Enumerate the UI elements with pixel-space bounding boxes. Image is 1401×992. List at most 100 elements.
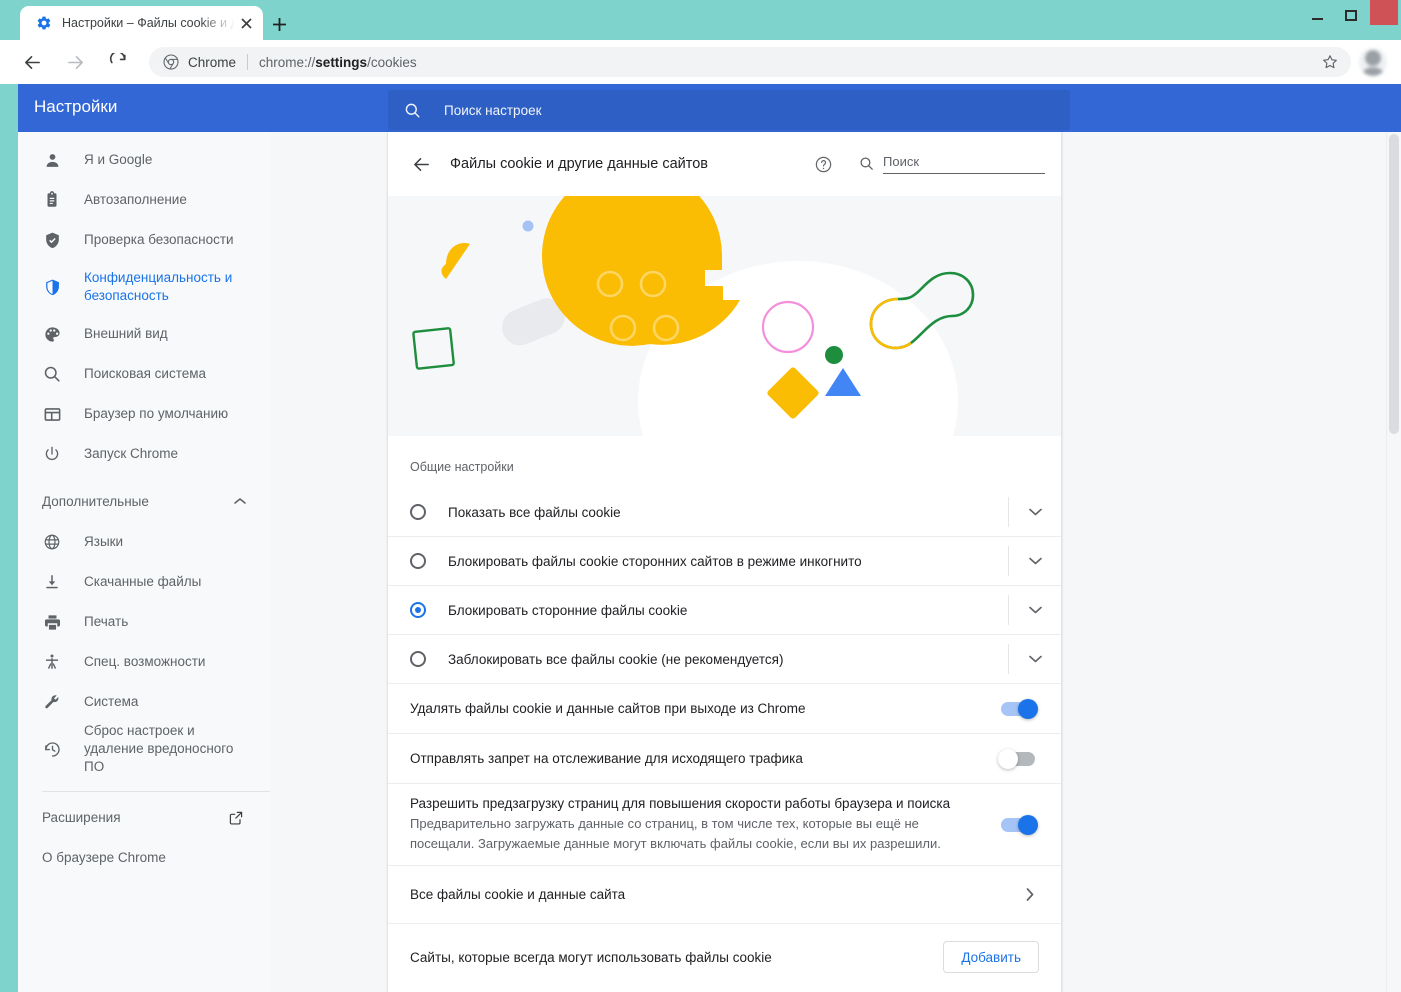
- back-icon[interactable]: [15, 45, 49, 79]
- sidebar-item-label: Браузер по умолчанию: [84, 405, 229, 421]
- search-icon: [42, 364, 62, 384]
- new-tab-button[interactable]: [268, 13, 290, 35]
- settings-top-bar: Настройки Поиск настроек: [18, 84, 1401, 132]
- sidebar-item-printing[interactable]: Печать: [18, 602, 260, 642]
- sidebar: Я и Google Автозаполнение Проверка безоп…: [18, 132, 270, 992]
- radio-label: Блокировать файлы cookie сторонних сайто…: [448, 553, 862, 569]
- radio-option-show-all-cookies[interactable]: Показать все файлы cookie: [388, 488, 1061, 537]
- settings-gear-icon: [37, 16, 51, 30]
- sidebar-divider: [42, 790, 270, 792]
- link-row-all-cookies-and-site-data[interactable]: Все файлы cookie и данные сайта: [388, 866, 1061, 924]
- toggle-switch-on[interactable]: [1001, 698, 1038, 719]
- browser-tab[interactable]: Настройки – Файлы cookie и др: [20, 6, 263, 40]
- sidebar-item-about-chrome[interactable]: О браузере Chrome: [18, 838, 270, 878]
- person-icon: [42, 150, 62, 170]
- address-bar[interactable]: Chrome chrome://settings/cookies: [149, 47, 1351, 77]
- chevron-up-icon: [234, 497, 246, 505]
- maximize-button[interactable]: [1334, 0, 1368, 30]
- chevron-down-icon[interactable]: [1009, 586, 1061, 634]
- sidebar-item-languages[interactable]: Языки: [18, 522, 260, 562]
- forward-icon[interactable]: [58, 45, 92, 79]
- radio-indicator[interactable]: [410, 651, 426, 667]
- toggle-row-preload-pages[interactable]: Разрешить предзагрузку страниц для повыш…: [388, 784, 1061, 866]
- radio-indicator-selected[interactable]: [410, 602, 426, 618]
- shield-check-icon: [42, 230, 62, 250]
- sidebar-item-reset-and-cleanup[interactable]: Сброс настроек и удаление вредоносного П…: [18, 722, 260, 777]
- radio-option-block-all-cookies[interactable]: Заблокировать все файлы cookie (не реком…: [388, 635, 1061, 684]
- close-window-button[interactable]: [1370, 0, 1398, 25]
- sidebar-group-advanced[interactable]: Дополнительные: [18, 480, 270, 522]
- globe-icon: [42, 532, 62, 552]
- sidebar-item-search-engine[interactable]: Поисковая система: [18, 354, 260, 394]
- search-icon: [860, 157, 873, 170]
- url-bold: settings: [315, 54, 368, 70]
- radio-indicator[interactable]: [410, 504, 426, 520]
- sidebar-item-label: Конфиденциальность и безопасность: [84, 269, 233, 303]
- omnibox-url: chrome://settings/cookies: [259, 55, 417, 70]
- sidebar-item-label: Проверка безопасности: [84, 231, 234, 247]
- sidebar-item-label: Спец. возможности: [84, 653, 206, 669]
- chrome-icon: [163, 54, 179, 70]
- content-header: Файлы cookie и другие данные сайтов Поис…: [388, 132, 1061, 196]
- bookmark-star-icon[interactable]: [1319, 51, 1341, 73]
- window-controls: [1300, 0, 1401, 30]
- toggle-switch-off[interactable]: [998, 748, 1035, 769]
- browser-window: Настройки – Файлы cookie и др Chrome chr…: [0, 0, 1401, 992]
- scrollbar-thumb[interactable]: [1389, 134, 1399, 434]
- content-search-input[interactable]: Поиск: [883, 154, 1045, 174]
- accessibility-icon: [42, 652, 62, 672]
- radio-option-block-third-party-incognito[interactable]: Блокировать файлы cookie сторонних сайто…: [388, 537, 1061, 586]
- sidebar-item-default-browser[interactable]: Браузер по умолчанию: [18, 394, 260, 434]
- sidebar-group-label: Дополнительные: [42, 493, 149, 509]
- toggle-title: Разрешить предзагрузку страниц для повыш…: [410, 796, 951, 811]
- sidebar-item-downloads[interactable]: Скачанные файлы: [18, 562, 260, 602]
- wrench-icon: [42, 692, 62, 712]
- sidebar-item-autofill[interactable]: Автозаполнение: [18, 180, 260, 220]
- toggle-text: Разрешить предзагрузку страниц для повыш…: [410, 796, 1001, 853]
- chevron-down-icon[interactable]: [1009, 488, 1061, 536]
- add-button[interactable]: Добавить: [943, 941, 1039, 973]
- page-title: Настройки: [34, 97, 118, 116]
- sidebar-item-label: Внешний вид: [84, 325, 168, 341]
- toggle-row-do-not-track[interactable]: Отправлять запрет на отслеживание для ис…: [388, 734, 1061, 784]
- url-suffix: /cookies: [367, 54, 417, 70]
- sidebar-item-safety-check[interactable]: Проверка безопасности: [18, 220, 260, 260]
- radio-indicator[interactable]: [410, 553, 426, 569]
- reload-icon[interactable]: [101, 45, 135, 79]
- chevron-down-icon[interactable]: [1009, 635, 1061, 683]
- avatar[interactable]: [1359, 48, 1387, 76]
- sidebar-item-system[interactable]: Система: [18, 682, 260, 722]
- chevron-down-icon[interactable]: [1009, 537, 1061, 585]
- close-icon[interactable]: [237, 14, 255, 32]
- sidebar-item-accessibility[interactable]: Спец. возможности: [18, 642, 260, 682]
- sidebar-item-privacy-and-security[interactable]: Конфиденциальность и безопасность: [18, 260, 260, 314]
- radio-option-block-third-party[interactable]: Блокировать сторонние файлы cookie: [388, 586, 1061, 635]
- page-scrollbar[interactable]: [1386, 132, 1401, 992]
- tab-title: Настройки – Файлы cookie и др: [62, 16, 235, 30]
- sidebar-item-label: Автозаполнение: [84, 191, 187, 207]
- sidebar-item-label: Запуск Chrome: [84, 445, 178, 461]
- sidebar-item-you-and-google[interactable]: Я и Google: [18, 140, 260, 180]
- back-arrow-icon[interactable]: [406, 149, 436, 179]
- radio-label: Блокировать сторонние файлы cookie: [448, 602, 688, 618]
- toggle-switch-on[interactable]: [1001, 814, 1038, 835]
- help-circle-icon[interactable]: [811, 152, 835, 176]
- omnibox-chip-label: Chrome: [188, 54, 237, 70]
- clipboard-icon: [42, 190, 62, 210]
- sidebar-item-extensions[interactable]: Расширения: [18, 798, 270, 838]
- content-card: Файлы cookie и другие данные сайтов Поис…: [388, 132, 1061, 992]
- tab-strip: Настройки – Файлы cookie и др: [0, 0, 1401, 40]
- search-settings-input[interactable]: Поиск настроек: [388, 90, 1070, 130]
- toggle-row-clear-cookies-on-exit[interactable]: Удалять файлы cookie и данные сайтов при…: [388, 684, 1061, 734]
- sidebar-item-label: Сброс настроек и удаление вредоносного П…: [84, 723, 234, 775]
- minimize-button[interactable]: [1300, 0, 1334, 30]
- toggle-text: Отправлять запрет на отслеживание для ис…: [410, 751, 1001, 766]
- sidebar-item-appearance[interactable]: Внешний вид: [18, 314, 260, 354]
- sidebar-item-label: Языки: [84, 533, 124, 549]
- sidebar-item-on-startup[interactable]: Запуск Chrome: [18, 434, 260, 474]
- sidebar-item-label: Расширения: [42, 810, 121, 826]
- sidebar-item-label: Система: [84, 693, 139, 709]
- content-search[interactable]: Поиск: [859, 154, 1045, 174]
- add-row-sites-always-allowed: Сайты, которые всегда могут использовать…: [388, 924, 1061, 990]
- history-restore-icon: [42, 739, 62, 759]
